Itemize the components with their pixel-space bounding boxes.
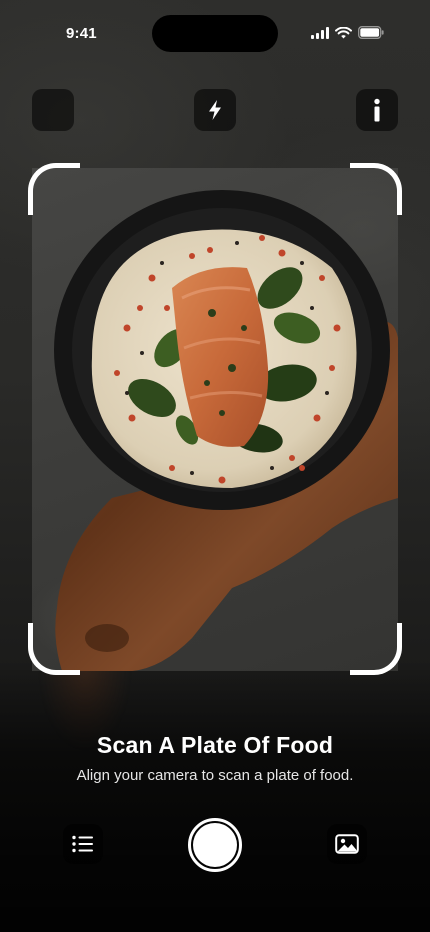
dynamic-island xyxy=(152,15,278,52)
top-left-button[interactable] xyxy=(32,89,74,131)
list-button[interactable] xyxy=(63,824,103,864)
shutter-button[interactable] xyxy=(188,818,242,872)
battery-icon xyxy=(358,26,384,39)
gallery-icon xyxy=(335,834,359,854)
flash-icon xyxy=(209,100,221,120)
flash-button[interactable] xyxy=(194,89,236,131)
scan-subtitle: Align your camera to scan a plate of foo… xyxy=(76,767,354,784)
status-icons xyxy=(311,26,384,39)
info-icon xyxy=(374,98,380,122)
gallery-button[interactable] xyxy=(327,824,367,864)
info-button[interactable] xyxy=(356,89,398,131)
wifi-icon xyxy=(335,26,352,38)
list-icon xyxy=(72,835,93,853)
cellular-signal-icon xyxy=(311,26,329,39)
camera-viewfinder[interactable] xyxy=(32,168,398,671)
status-bar: 9:41 xyxy=(0,0,430,60)
status-time: 9:41 xyxy=(66,25,97,42)
shutter-inner xyxy=(193,823,237,867)
bottom-gradient xyxy=(0,660,430,932)
salmon-plate-photo xyxy=(54,190,398,671)
frame-corner-top-left xyxy=(28,163,80,215)
scan-title: Scan A Plate Of Food xyxy=(96,732,334,758)
frame-corner-top-right xyxy=(350,163,402,215)
frame-corner-bottom-left xyxy=(28,623,80,675)
